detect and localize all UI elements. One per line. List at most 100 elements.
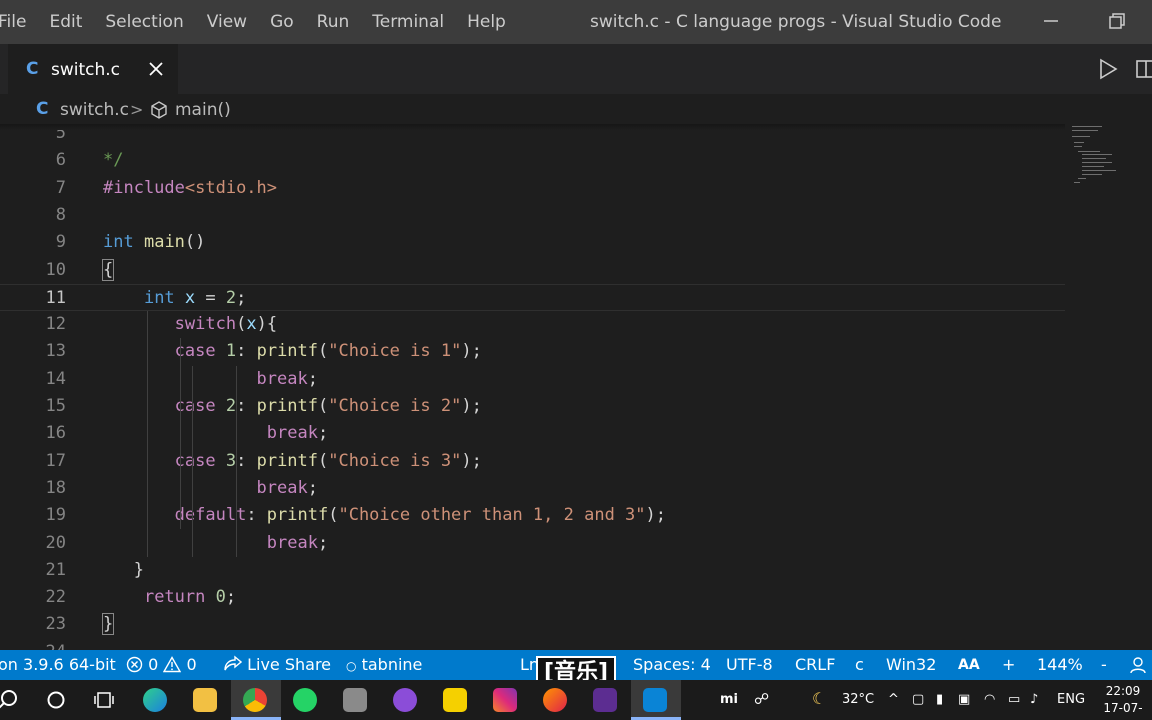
- visual-studio-icon[interactable]: [593, 688, 617, 712]
- cortana-icon[interactable]: [44, 688, 68, 712]
- encoding[interactable]: UTF-8: [726, 655, 773, 674]
- firefox-icon[interactable]: [543, 688, 567, 712]
- code-token: "Choice is 3": [328, 450, 462, 471]
- code-line[interactable]: 18 break;: [0, 475, 1065, 502]
- menu-terminal[interactable]: Terminal: [372, 12, 444, 32]
- indentation[interactable]: Spaces: 4: [633, 655, 711, 674]
- code-line[interactable]: 9 int main(): [0, 229, 1065, 256]
- line-endings[interactable]: CRLF: [795, 655, 835, 674]
- code-text: int main(): [103, 229, 205, 256]
- minimap[interactable]: [1068, 126, 1152, 196]
- tray-chevron-icon[interactable]: ^: [888, 692, 899, 707]
- tab-switch-c[interactable]: C switch.c: [8, 44, 178, 94]
- menu-selection[interactable]: Selection: [105, 12, 183, 32]
- code-line[interactable]: 13 case 1: printf("Choice is 1");: [0, 338, 1065, 365]
- split-editor-icon[interactable]: [1134, 57, 1152, 81]
- minimap-line: [1082, 174, 1102, 175]
- search-icon[interactable]: [0, 688, 20, 712]
- code-line[interactable]: 20 break;: [0, 530, 1065, 557]
- menu-edit[interactable]: Edit: [49, 12, 82, 32]
- instagram-icon[interactable]: [493, 688, 517, 712]
- c-configuration[interactable]: Win32: [886, 655, 936, 674]
- language-mode[interactable]: c: [855, 655, 864, 674]
- volume-icon[interactable]: ♪: [1030, 692, 1038, 707]
- code-line[interactable]: 8: [0, 202, 1065, 229]
- menu-go[interactable]: Go: [270, 12, 294, 32]
- file-explorer-icon[interactable]: [193, 688, 217, 712]
- accounts-icon[interactable]: [1130, 656, 1150, 674]
- wifi-icon[interactable]: ◠: [984, 692, 995, 707]
- tray-usb-icon[interactable]: ▮: [936, 692, 943, 707]
- media-player-icon[interactable]: [393, 688, 417, 712]
- code-editor[interactable]: 5 6 */7 #include<stdio.h> 8 9 int main() 10{11 …: [0, 122, 1152, 650]
- run-icon[interactable]: [1096, 57, 1120, 81]
- code-token: int: [103, 232, 134, 253]
- code-line[interactable]: 17 case 3: printf("Choice is 3");: [0, 448, 1065, 475]
- mi-tray-label[interactable]: mi: [720, 692, 738, 707]
- battery-icon[interactable]: ▭: [1008, 692, 1020, 707]
- tray-device-icon[interactable]: ▢: [912, 692, 924, 707]
- task-view-icon[interactable]: [92, 688, 116, 712]
- code-token: ;: [317, 532, 329, 553]
- tray-app-icon[interactable]: ▣: [958, 692, 970, 707]
- people-icon[interactable]: ☍: [754, 690, 769, 708]
- zoom-in-button[interactable]: +: [1002, 655, 1015, 674]
- menu-run[interactable]: Run: [317, 12, 350, 32]
- python-interpreter[interactable]: on 3.9.6 64-bit: [0, 655, 116, 674]
- code-line[interactable]: 16 break;: [0, 420, 1065, 447]
- close-icon[interactable]: [146, 57, 166, 81]
- code-text: {: [101, 257, 115, 284]
- problems-indicator[interactable]: 0 0: [126, 655, 197, 674]
- code-token: (): [184, 232, 206, 253]
- indent-guide: [147, 311, 148, 557]
- line-number: 24: [0, 639, 66, 650]
- code-line[interactable]: 24: [0, 639, 1065, 650]
- edge-icon[interactable]: [143, 688, 167, 712]
- tabnine-status[interactable]: ○ tabnine: [346, 655, 422, 674]
- weather-temp[interactable]: 32°C: [842, 692, 874, 707]
- vscode-icon[interactable]: [643, 688, 667, 712]
- camera-icon[interactable]: [343, 688, 367, 712]
- minimize-icon[interactable]: [1040, 10, 1062, 32]
- breadcrumb-symbol[interactable]: main(): [175, 100, 231, 120]
- code-line[interactable]: 15 case 2: printf("Choice is 2");: [0, 393, 1065, 420]
- c-file-icon: C: [36, 99, 49, 119]
- zoom-out-button[interactable]: -: [1101, 655, 1107, 674]
- code-token: break: [266, 532, 318, 553]
- code-text: int x = 2;: [103, 285, 246, 312]
- code-token: }: [101, 613, 115, 636]
- zoom-level[interactable]: 144%: [1037, 655, 1083, 674]
- whatsapp-icon[interactable]: [293, 688, 317, 712]
- code-token: ){: [256, 314, 278, 335]
- code-line[interactable]: 7 #include<stdio.h>: [0, 175, 1065, 202]
- code-line[interactable]: 22 return 0;: [0, 584, 1065, 611]
- weather-icon[interactable]: ☾: [812, 689, 826, 708]
- code-line[interactable]: 23}: [0, 611, 1065, 638]
- live-share-button[interactable]: Live Share: [222, 655, 331, 674]
- code-line[interactable]: 21 }: [0, 557, 1065, 584]
- chrome-icon[interactable]: [243, 688, 267, 712]
- code-line[interactable]: 14 break;: [0, 366, 1065, 393]
- code-line[interactable]: 11 int x = 2;: [0, 283, 1065, 312]
- input-language[interactable]: ENG: [1057, 692, 1085, 707]
- sticky-notes-icon[interactable]: [443, 688, 467, 712]
- line-number: 9: [55, 232, 66, 253]
- code-line[interactable]: 19 default: printf("Choice other than 1,…: [0, 502, 1065, 529]
- breadcrumb-file[interactable]: switch.c: [60, 100, 129, 120]
- menu-help[interactable]: Help: [467, 12, 506, 32]
- code-line[interactable]: 6 */: [0, 147, 1065, 174]
- code-text: break;: [103, 530, 328, 557]
- code-line[interactable]: 12 switch(x){: [0, 311, 1065, 338]
- font-size-icon[interactable]: AA: [958, 657, 980, 673]
- code-token: 2: [225, 287, 237, 308]
- code-line[interactable]: 10 {: [0, 257, 1065, 284]
- restore-icon[interactable]: [1106, 10, 1128, 32]
- menu-file[interactable]: File: [0, 12, 26, 32]
- code-token: #include: [103, 177, 185, 198]
- menu-view[interactable]: View: [207, 12, 247, 32]
- clock[interactable]: 22:09 17-07-2021: [1094, 683, 1152, 720]
